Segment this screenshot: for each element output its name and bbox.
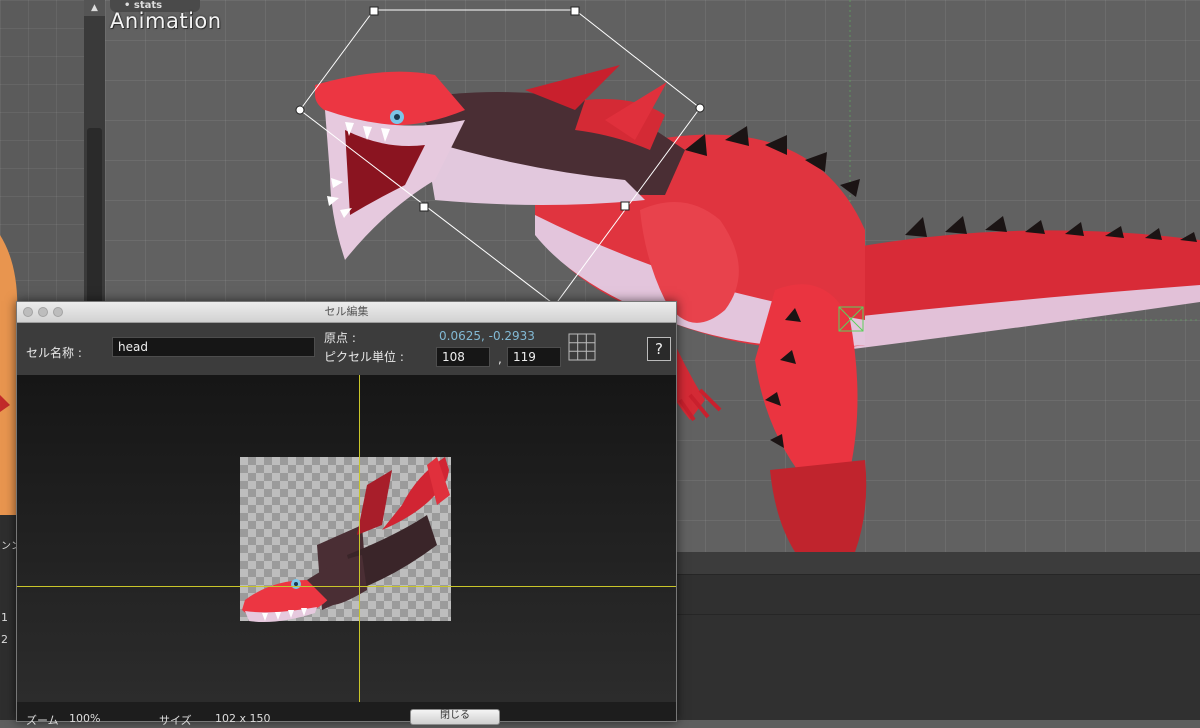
pixel-x-input[interactable]: [436, 347, 490, 367]
left-row-number-a: 1: [1, 611, 8, 624]
origin-value: 0.0625, -0.2933: [439, 329, 535, 343]
cell-edit-dialog: セル編集 セル名称 : 原点 : 0.0625, -0.2933 ピクセル単位 …: [16, 301, 677, 727]
left-lower-strip: ンン 1 2: [0, 515, 17, 720]
scroll-up-icon[interactable]: ▲: [84, 0, 105, 16]
cell-name-label: セル名称 :: [26, 346, 82, 360]
cell-preview[interactable]: [17, 375, 676, 702]
pixel-separator: ,: [498, 352, 502, 366]
dialog-title: セル編集: [324, 305, 369, 318]
left-tab-label: ンン: [1, 541, 17, 552]
pixel-unit-label: ピクセル単位 :: [324, 350, 404, 364]
size-value: 102 x 150: [215, 712, 271, 725]
origin-label: 原点 :: [324, 331, 356, 345]
pixel-y-input[interactable]: [507, 347, 561, 367]
panel-title: Animation: [110, 9, 222, 33]
scroll-thumb[interactable]: [87, 128, 102, 308]
timeline-header: [675, 552, 1200, 575]
timeline-bar: [675, 552, 1200, 720]
origin-vertical-guide: [359, 375, 360, 702]
zoom-label: ズーム: [26, 714, 59, 727]
cell-name-input[interactable]: [112, 337, 315, 357]
dragon-head-sprite: [242, 457, 450, 622]
zoom-value: 100%: [69, 712, 101, 725]
close-button[interactable]: 閉じる: [410, 709, 500, 725]
grid-icon[interactable]: [568, 333, 596, 361]
help-button[interactable]: ?: [647, 337, 671, 361]
timeline-divider: [675, 614, 1200, 615]
origin-horizontal-guide: [17, 586, 676, 587]
size-label: サイズ: [159, 714, 192, 727]
dialog-titlebar[interactable]: セル編集: [17, 302, 676, 323]
dialog-status-bar: ズーム 100% サイズ 102 x 150: [17, 702, 676, 727]
left-row-number-b: 2: [1, 633, 8, 646]
